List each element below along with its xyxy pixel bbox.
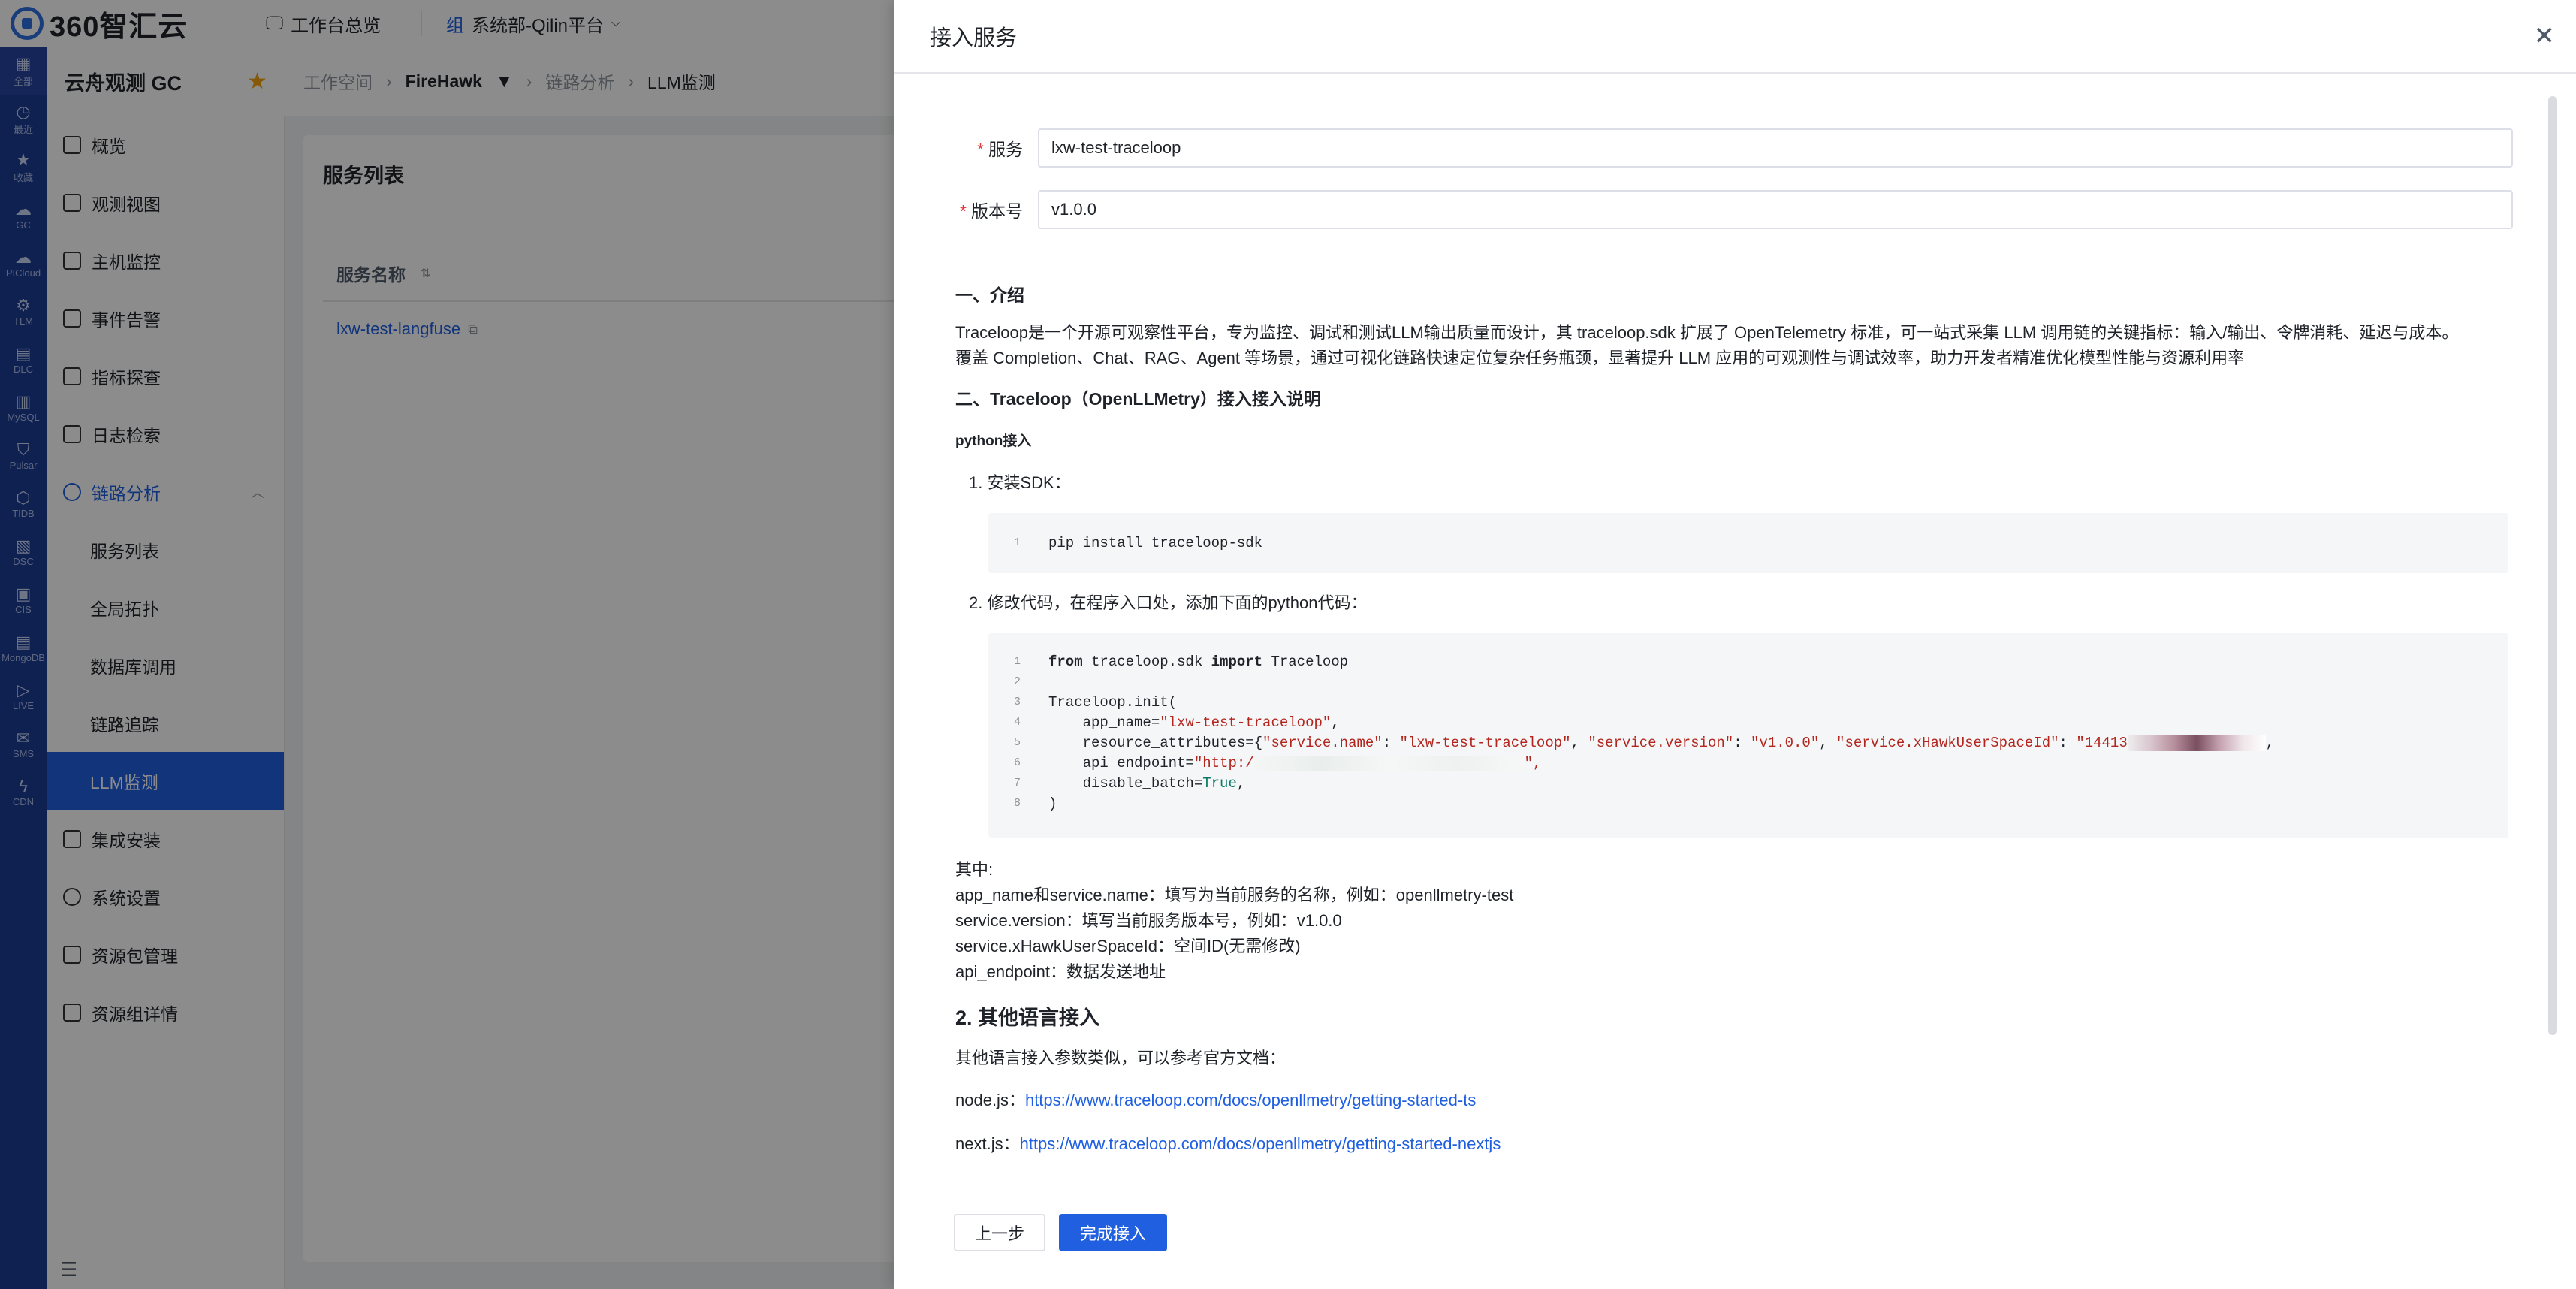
node-label: node.js： [955,1091,1025,1109]
code-string: "lxw-test-traceloop" [1160,714,1332,731]
drawer-footer: 上一步 完成接入 [954,1214,1168,1251]
service-field-row: * 服务 [955,128,2517,168]
step-modify-code: 2. 修改代码，在程序入口处，添加下面的python代码： [969,593,1368,612]
line-number: 1 [1014,536,1021,549]
line-number: 6 [1014,756,1021,769]
intro-paragraph-1: Traceloop是一个开源可观察性平台，专为监控、调试和测试LLM输出质量而设… [955,323,2459,342]
code-block-install: 1 pip install traceloop-sdk [988,513,2508,573]
node-doc-row: node.js：https://www.traceloop.com/docs/o… [955,1088,2510,1113]
code-string: "lxw-test-traceloop" [1399,734,1571,751]
code-text: api_endpoint= [1048,754,1194,771]
code-line: 6 api_endpoint= "http:/ ", [988,753,2508,773]
drawer-header: 接入服务 ✕ [894,0,2576,74]
version-label-text: 版本号 [971,201,1023,221]
code-line: 7 disable_batch= True, [988,773,2508,793]
code-keyword: from [1048,653,1083,670]
other-languages-desc: 其他语言接入参数类似，可以参考官方文档： [955,1049,1286,1067]
code-text: Traceloop.init( [1048,693,1178,711]
line-number: 5 [1014,736,1021,749]
intro-paragraph-2: 覆盖 Completion、Chat、RAG、Agent 等场景，通过可视化链路… [955,349,2245,367]
access-service-drawer: 接入服务 ✕ *服务 *版本号 一、介绍 Traceloop是一个开源可观察性平… [894,0,2576,1289]
version-label: * 版本号 [955,197,1038,222]
code-string: "service.name" [1262,734,1383,751]
step-install-sdk: 1. 安装SDK： [969,473,1071,492]
code-string: "service.xHawkUserSpaceId" [1836,734,2059,751]
code-bool: True [1202,774,1237,792]
notes-title: 其中: [955,860,994,879]
code-line: 5 resource_attributes={"service.name": "… [988,732,2508,753]
drawer-body: *服务 *版本号 一、介绍 Traceloop是一个开源可观察性平台，专为监控、… [955,72,2517,1199]
doc-content: 一、介绍 Traceloop是一个开源可观察性平台，专为监控、调试和测试LLM输… [955,281,2510,1157]
finish-button[interactable]: 完成接入 [1059,1214,1168,1251]
node-doc-link[interactable]: https://www.traceloop.com/docs/openllmet… [1025,1091,1476,1109]
note-service-version: service.version：填写当前服务版本号，例如：v1.0.0 [955,911,1342,930]
service-label: * 服务 [955,135,1038,161]
version-input[interactable] [1038,190,2513,229]
notes: 其中: app_name和service.name：填写为当前服务的名称，例如：… [955,857,2510,985]
code-text: app_name= [1048,714,1160,731]
code-line: 8) [988,793,2508,814]
section-title-intro: 一、介绍 [955,285,1024,305]
line-number: 4 [1014,716,1021,729]
code-line: 2 [988,672,2508,692]
code-keyword: import [1211,653,1263,670]
service-input[interactable] [1038,128,2513,168]
next-label: next.js： [955,1134,1020,1153]
code-line: 4 app_name= "lxw-test-traceloop", [988,712,2508,732]
code-line: 1 from traceloop.sdk import Traceloop [988,651,2508,672]
note-api-endpoint: api_endpoint：数据发送地址 [955,962,1166,981]
drawer-title: 接入服务 [930,26,1018,50]
line-number: 7 [1014,777,1021,789]
line-number: 8 [1014,797,1021,810]
code-text: disable_batch= [1048,774,1203,792]
redacted-block [2127,734,2266,751]
line-number: 2 [1014,675,1021,688]
code-line: 3 Traceloop.init( [988,692,2508,712]
line-number: 1 [1014,655,1021,668]
line-number: 3 [1014,696,1021,708]
code-text: Traceloop [1262,653,1349,670]
code-string: ", [1524,754,1542,771]
section-title-other-languages: 2. 其他语言接入 [955,1007,1100,1029]
close-icon[interactable]: ✕ [2534,21,2556,51]
code-text: traceloop.sdk [1082,653,1211,670]
code-string: "v1.0.0" [1751,734,1820,751]
scrollbar[interactable] [2548,96,2557,1035]
code-string: "14413 [2076,734,2128,751]
code-string: "http:/ [1193,754,1254,771]
redacted-block [1253,755,1525,771]
code-block-python: 1 from traceloop.sdk import Traceloop 2 3… [988,633,2508,838]
next-doc-row: next.js：https://www.traceloop.com/docs/o… [955,1131,2510,1157]
code-string: "service.version" [1588,734,1734,751]
python-title: python接入 [955,433,1032,449]
next-doc-link[interactable]: https://www.traceloop.com/docs/openllmet… [1020,1134,1501,1153]
required-mark: * [960,201,967,221]
service-label-text: 服务 [988,140,1023,159]
code-text: ) [1048,795,1057,812]
code-line: 1 pip install traceloop-sdk [988,533,2508,553]
note-space-id: service.xHawkUserSpaceId：空间ID(无需修改) [955,937,1301,955]
prev-step-button[interactable]: 上一步 [954,1214,1046,1251]
note-app-name: app_name和service.name：填写为当前服务的名称，例如：open… [955,886,1514,904]
section-title-traceloop: 二、Traceloop（OpenLLMetry）接入接入说明 [955,389,1321,409]
version-field-row: * 版本号 [955,189,2517,230]
code-text: resource_attributes={ [1048,734,1263,751]
required-mark: * [977,140,984,159]
code-install: pip install traceloop-sdk [1048,534,1263,551]
